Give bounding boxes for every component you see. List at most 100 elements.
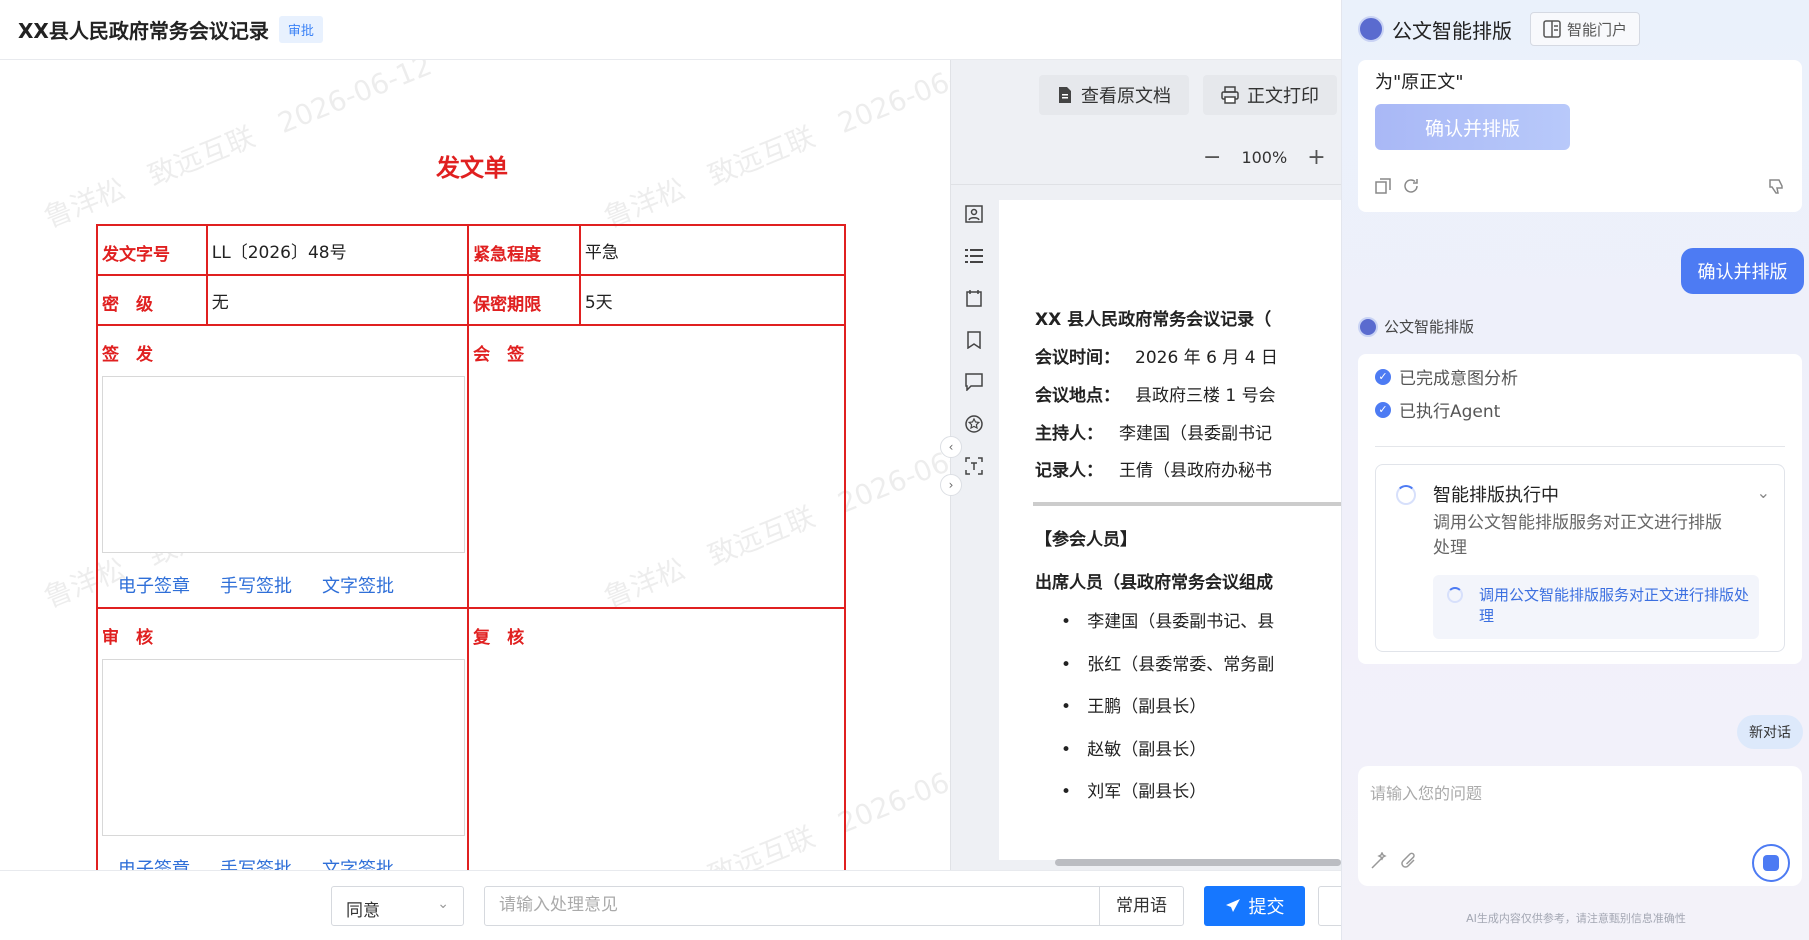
sign-section-review: 审 核 电子签章 手写签批 文字签批 [95,607,470,870]
form-label: 保密期限 [467,274,581,326]
document-icon [1059,87,1071,103]
zoom-in-button[interactable]: + [1307,145,1325,170]
opinion-input[interactable] [499,895,1059,915]
divider [1375,446,1785,447]
list-item: • 张红（县委常委、常务副 [1061,655,1275,675]
zoom-bar: − 100% + [951,130,1341,185]
signature-box[interactable] [102,376,465,553]
list-item: • 刘军（副县长） [1061,782,1207,802]
question-input[interactable] [1370,780,1770,820]
submit-button[interactable]: 提交 [1204,886,1305,926]
portal-icon [1543,20,1561,38]
ai-disclaimer: AI生成内容仅供参考，请注意甄别信息准确性 [1466,912,1686,925]
expand-right-button[interactable]: › [940,474,962,496]
chevron-right-icon: › [948,478,954,492]
bookmark-icon[interactable] [963,329,985,351]
form-label: 发文字号 [96,224,208,276]
attachment-icon[interactable] [1400,852,1418,870]
doc-meta-value: 县政府三楼 1 号会 [1135,386,1276,406]
list-item: • 王鹏（副县长） [1061,697,1207,717]
page-title: XX县人民政府常务会议记录 [18,19,269,43]
list-item: • 李建国（县委副书记、县 [1061,612,1275,632]
zoom-level[interactable]: 100% [1241,148,1287,167]
comment-icon[interactable] [963,371,985,393]
document-page: XX 县人民政府常务会议记录（ 会议时间： 2026 年 6 月 4 日 会议地… [999,200,1341,860]
form-label: 密 级 [96,274,208,326]
section-label: 签 发 [102,345,153,365]
stop-icon [1763,855,1779,871]
image-icon[interactable] [963,203,985,225]
thumbs-down-icon[interactable] [1768,178,1784,194]
step-item: ✓ 已完成意图分析 [1375,364,1518,389]
form-value: 无 [205,274,470,326]
execution-title: 智能排版执行中 [1433,485,1559,506]
doc-title: XX 县人民政府常务会议记录（ [1035,310,1272,330]
decision-select[interactable]: 同意 ⌄ [331,886,464,926]
confirm-typeset-button[interactable]: 确认并排版 [1375,104,1570,150]
refresh-icon[interactable] [1403,178,1419,194]
table-row: 发文字号 LL〔2026〕48号 紧急程度 平急 [96,224,847,276]
sign-section-countersign: 会 签 [467,324,846,609]
form-value: 平急 [578,224,847,276]
section-label: 会 签 [473,345,525,365]
collapse-left-button[interactable]: ‹ [940,436,962,458]
form-value: 5天 [578,274,847,326]
form-title: 发文单 [436,154,508,182]
step-label: 已执行Agent [1399,402,1501,422]
assistant-avatar [1358,16,1384,42]
execution-status-box[interactable]: 智能排版执行中 ⌄ 调用公文智能排版服务对正文进行排版处理 调用公文智能排版服务… [1375,464,1785,652]
text-sign-link[interactable]: 文字签批 [322,572,394,598]
section-label: 审 核 [102,628,153,648]
loading-spinner-icon [1396,485,1416,505]
handwrite-sign-link[interactable]: 手写签批 [220,855,292,870]
step-label: 已完成意图分析 [1399,369,1518,389]
common-phrases-button[interactable]: 常用语 [1099,887,1183,925]
loading-spinner-icon [1447,587,1463,603]
ai-header: 公文智能排版 智能门户 [1358,12,1641,46]
pages-icon[interactable] [963,287,985,309]
e-seal-link[interactable]: 电子签章 [118,572,190,598]
zoom-out-button[interactable]: − [1203,145,1221,170]
opinion-field: 常用语 [484,886,1184,926]
doc-meta-value: 李建国（县委副书记 [1119,424,1272,444]
chevron-down-icon[interactable]: ⌄ [1757,483,1770,502]
chat-input-card [1358,766,1802,886]
doc-meta-value: 2026 年 6 月 4 日 [1135,348,1278,368]
copy-icon[interactable] [1375,178,1391,194]
document-viewer: 查看原文档 正文打印 − 100% + XX 县人民政府常务会议记录（ 会议时间… [950,60,1341,870]
doc-subsection-heading: 出席人员（县政府常务会议组成 [1035,573,1273,593]
signature-box[interactable] [102,659,465,836]
bot-name-label: 公文智能排版 [1384,318,1475,336]
star-icon[interactable] [963,413,985,435]
magic-wand-icon[interactable] [1370,852,1388,870]
reply-text: 为"原正文" [1375,72,1464,93]
section-label: 复 核 [473,628,525,648]
horizontal-scrollbar[interactable] [1055,859,1341,866]
doc-section-heading: 【参会人员】 [1035,530,1137,550]
new-chat-button[interactable]: 新对话 [1737,715,1803,749]
outline-list-icon[interactable] [963,245,985,267]
print-button[interactable]: 正文打印 [1203,75,1337,115]
text-select-icon[interactable] [963,455,985,477]
stop-generate-button[interactable] [1752,844,1790,882]
sign-links: 电子签章 手写签批 文字签批 [118,855,394,870]
smart-portal-button[interactable]: 智能门户 [1530,12,1641,46]
input-tools [1370,852,1418,870]
doc-divider [1033,502,1341,506]
table-row: 签 发 电子签章 手写签批 文字签批 会 签 [95,324,846,609]
send-icon [1225,899,1240,912]
handwrite-sign-link[interactable]: 手写签批 [220,572,292,598]
form-label: 紧急程度 [467,224,581,276]
form-pane: 鲁洋松 致远互联 2026-06-12 鲁洋松 致远互联 2026-06-12 … [0,60,950,870]
doc-meta-label: 会议时间： [1035,348,1120,368]
execution-substep: 调用公文智能排版服务对正文进行排版处理 [1433,575,1759,639]
e-seal-link[interactable]: 电子签章 [118,855,190,870]
top-bar: XX县人民政府常务会议记录 审批 [0,0,1341,60]
execution-description: 调用公文智能排版服务对正文进行排版处理 [1433,513,1722,558]
submit-label: 提交 [1248,897,1285,918]
previous-reply-card: 为"原正文" 确认并排版 [1358,60,1802,212]
text-sign-link[interactable]: 文字签批 [322,855,394,870]
view-original-button[interactable]: 查看原文档 [1039,75,1189,115]
user-message-bubble: 确认并排版 [1681,248,1804,294]
doc-side-toolbar [951,185,997,870]
